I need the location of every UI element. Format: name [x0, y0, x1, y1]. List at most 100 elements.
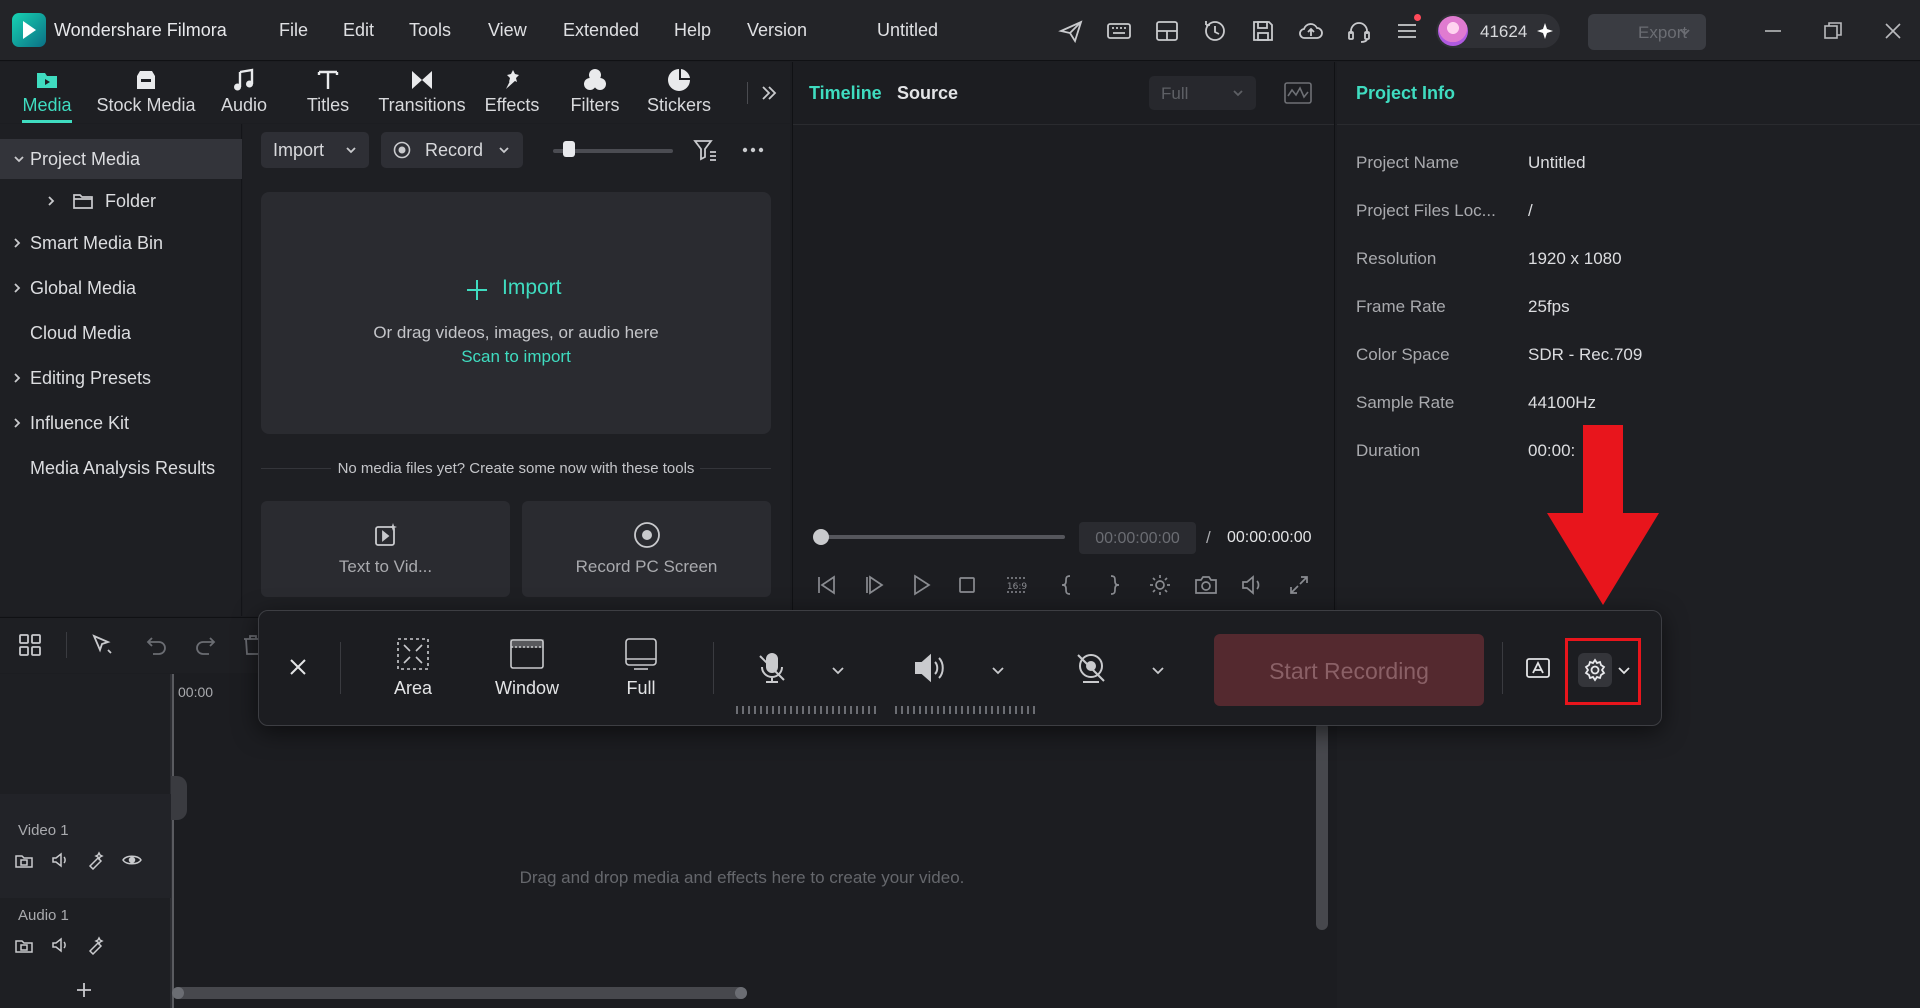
add-track-plus-icon[interactable]	[74, 980, 94, 1000]
previous-frame-icon[interactable]	[814, 572, 840, 598]
tab-effects[interactable]: Effects	[478, 62, 546, 123]
tab-audio[interactable]: Audio	[214, 62, 274, 123]
waveform-icon[interactable]	[1283, 80, 1313, 106]
scrollbar-handle[interactable]	[735, 987, 747, 999]
eye-visibility-icon[interactable]	[122, 850, 142, 870]
record-mode-area-button[interactable]: Area	[368, 636, 458, 699]
track-audio-icon[interactable]	[50, 850, 70, 870]
mark-out-icon[interactable]	[1101, 572, 1127, 598]
chevron-down-icon[interactable]	[1150, 662, 1166, 678]
horizontal-scrollbar[interactable]	[172, 987, 747, 999]
play-icon[interactable]	[908, 572, 934, 598]
sidebar-item-media-analysis-results[interactable]: Media Analysis Results	[0, 448, 242, 488]
fullscreen-expand-icon[interactable]	[1286, 572, 1312, 598]
tab-stock-media[interactable]: Stock Media	[94, 62, 198, 123]
grid-layout-icon[interactable]	[17, 632, 43, 658]
undo-icon[interactable]	[144, 632, 170, 658]
sidebar-item-influence-kit[interactable]: Influence Kit	[0, 403, 242, 443]
render-settings-icon[interactable]	[1147, 572, 1173, 598]
cloud-sync-icon[interactable]	[1201, 17, 1229, 45]
tab-titles[interactable]: Titles	[298, 62, 358, 123]
tabs-divider	[747, 82, 748, 104]
tab-timeline[interactable]: Timeline	[809, 83, 882, 104]
sidebar-item-global-media[interactable]: Global Media	[0, 268, 242, 308]
scan-to-import-link[interactable]: Scan to import	[261, 347, 771, 367]
menu-tools[interactable]: Tools	[409, 20, 451, 41]
menu-view[interactable]: View	[488, 20, 527, 41]
tab-filters[interactable]: Filters	[562, 62, 628, 123]
text-to-video-card[interactable]: Text to Vid...	[261, 501, 510, 597]
track-effects-icon[interactable]	[86, 935, 106, 955]
export-button[interactable]: Export	[1588, 14, 1706, 50]
record-pc-screen-card[interactable]: Record PC Screen	[522, 501, 771, 597]
close-window-icon[interactable]	[1880, 18, 1906, 44]
tab-source[interactable]: Source	[897, 83, 958, 104]
media-drop-zone[interactable]	[261, 192, 771, 434]
more-options-icon[interactable]	[740, 137, 766, 163]
scrubber-handle[interactable]	[813, 529, 829, 545]
sidebar-item-project-media[interactable]: Project Media	[0, 139, 242, 179]
playhead[interactable]	[172, 674, 174, 1008]
keyboard-icon[interactable]	[1105, 17, 1133, 45]
track-audio-icon[interactable]	[50, 935, 70, 955]
scrollbar-handle[interactable]	[172, 987, 184, 999]
aspect-ratio-icon[interactable]: 16:9	[1004, 572, 1030, 598]
record-mode-full-button[interactable]: Full	[596, 636, 686, 699]
redo-icon[interactable]	[192, 632, 218, 658]
import-dropdown[interactable]: Import	[261, 132, 369, 168]
record-dropdown[interactable]: Record	[381, 132, 523, 168]
restore-icon[interactable]	[1820, 18, 1846, 44]
record-mode-window-button[interactable]: Window	[482, 636, 572, 699]
cloud-upload-icon[interactable]	[1297, 17, 1325, 45]
snapshot-camera-icon[interactable]	[1193, 572, 1219, 598]
preview-quality-select[interactable]: Full	[1149, 76, 1256, 110]
user-account[interactable]: 41624	[1436, 14, 1560, 48]
collapse-track-tab[interactable]	[171, 776, 187, 820]
slider-handle[interactable]	[563, 141, 575, 157]
menu-version[interactable]: Version	[747, 20, 807, 41]
tab-stickers[interactable]: Stickers	[642, 62, 716, 123]
sidebar-item-cloud-media[interactable]: Cloud Media	[0, 313, 242, 353]
preview-scrubber[interactable]	[820, 535, 1065, 539]
microphone-muted-icon[interactable]	[754, 650, 790, 686]
lock-track-icon[interactable]	[14, 850, 34, 870]
menu-extended[interactable]: Extended	[563, 20, 639, 41]
headset-support-icon[interactable]	[1345, 17, 1373, 45]
minimize-icon[interactable]	[1760, 18, 1786, 44]
sidebar-item-editing-presets[interactable]: Editing Presets	[0, 358, 242, 398]
select-cursor-icon[interactable]	[90, 632, 116, 658]
double-chevron-right-icon[interactable]	[758, 82, 780, 104]
vertical-scrollbar[interactable]	[1316, 722, 1328, 930]
tab-transitions[interactable]: Transitions	[372, 62, 472, 123]
stop-icon[interactable]	[954, 572, 980, 598]
menu-file[interactable]: File	[279, 20, 308, 41]
chevron-down-icon[interactable]	[990, 662, 1006, 678]
chevron-down-icon	[12, 152, 26, 166]
volume-icon[interactable]	[1239, 572, 1265, 598]
save-icon[interactable]	[1249, 17, 1277, 45]
full-screen-monitor-icon	[622, 636, 660, 672]
menu-edit[interactable]: Edit	[343, 20, 374, 41]
mark-in-icon[interactable]	[1054, 572, 1080, 598]
current-time-field[interactable]: 00:00:00:00	[1079, 522, 1196, 554]
menu-list-icon[interactable]	[1393, 17, 1421, 45]
tool-card-label: Text to Vid...	[338, 557, 433, 576]
next-frame-icon[interactable]	[862, 572, 888, 598]
tab-media[interactable]: Media	[16, 62, 78, 123]
sidebar-item-folder[interactable]: Folder	[0, 181, 242, 221]
menu-help[interactable]: Help	[674, 20, 711, 41]
track-effects-icon[interactable]	[86, 850, 106, 870]
layout-icon[interactable]	[1153, 17, 1181, 45]
close-icon[interactable]	[286, 655, 310, 679]
send-feedback-icon[interactable]	[1057, 17, 1085, 45]
system-audio-speaker-icon[interactable]	[912, 650, 948, 686]
total-time: 00:00:00:00	[1227, 529, 1312, 546]
chevron-down-icon[interactable]	[830, 662, 846, 678]
sidebar-item-smart-media-bin[interactable]: Smart Media Bin	[0, 223, 242, 263]
import-link[interactable]: Import	[502, 276, 562, 300]
auto-caption-icon[interactable]	[1524, 655, 1552, 683]
webcam-off-icon[interactable]	[1073, 650, 1109, 686]
lock-track-icon[interactable]	[14, 935, 34, 955]
start-recording-button[interactable]: Start Recording	[1214, 634, 1484, 706]
filter-icon[interactable]	[692, 137, 718, 163]
